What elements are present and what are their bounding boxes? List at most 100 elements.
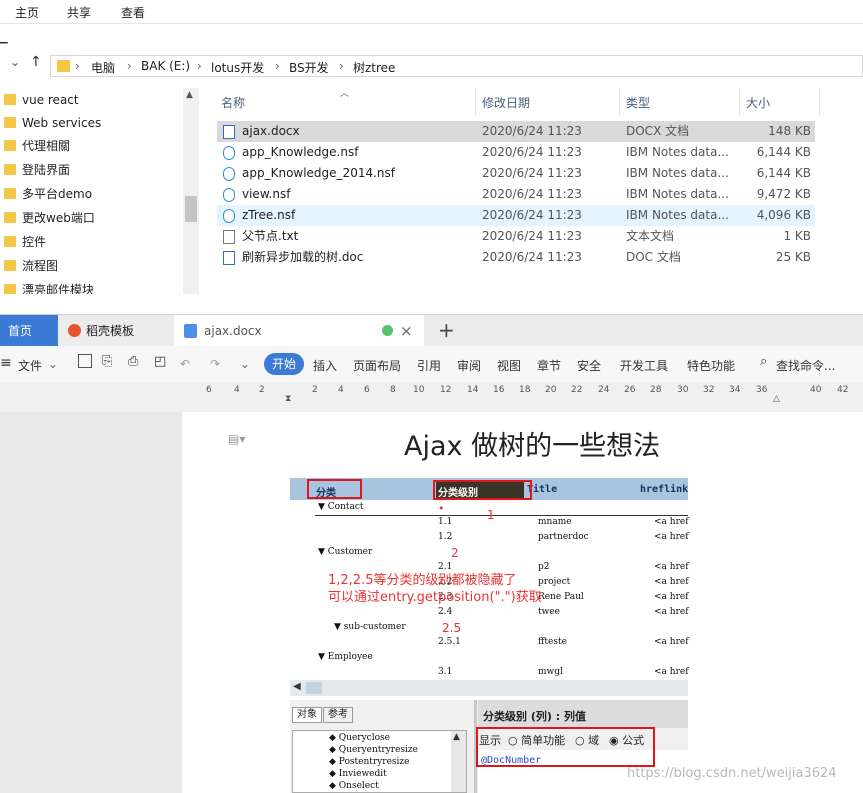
nav-item[interactable]: 控件	[0, 231, 182, 253]
twistie-icon[interactable]: ▼	[318, 652, 325, 662]
address-box[interactable]: › 电脑 › BAK (E:) › lotus开发 › BS开发 › 树ztre…	[50, 55, 863, 77]
event-item[interactable]: ◆ Queryclose	[329, 733, 390, 743]
ribbon-tab-home[interactable]: 主页	[15, 4, 39, 21]
nav-item[interactable]: 流程图	[0, 255, 182, 277]
event-item[interactable]: ◆ Queryentryresize	[329, 745, 418, 755]
twistie-icon[interactable]: ▼	[318, 502, 325, 512]
ruler-number: 32	[703, 385, 715, 395]
event-item[interactable]: ◆ Onselect	[329, 781, 379, 791]
word-doc-icon	[184, 324, 197, 338]
tab-objects[interactable]: 对象	[292, 707, 322, 723]
menu-view[interactable]: 视图	[497, 357, 521, 374]
nav-item[interactable]: Web services	[0, 112, 182, 134]
file-date: 2020/6/24 11:23	[482, 166, 582, 180]
nav-scroll-thumb[interactable]	[185, 196, 197, 222]
menu-start[interactable]: 开始	[264, 353, 304, 375]
tab-reference[interactable]: 参考	[323, 707, 353, 723]
col-divider[interactable]	[739, 90, 740, 116]
nav-item[interactable]: 登陆界面	[0, 159, 182, 181]
preview-icon[interactable]: ◰	[154, 354, 166, 369]
menu-insert[interactable]: 插入	[313, 357, 337, 374]
ribbon-tab-view[interactable]: 查看	[121, 4, 145, 21]
file-row[interactable]: 父节点.txt 2020/6/24 11:23 文本文档 1 KB	[217, 226, 815, 247]
scroll-left-icon[interactable]: ◀	[293, 681, 301, 692]
file-row[interactable]: app_Knowledge_2014.nsf 2020/6/24 11:23 I…	[217, 163, 815, 184]
new-tab-icon[interactable]: +	[438, 318, 455, 342]
events-list[interactable]: ◆ Queryclose ◆ Queryentryresize ◆ Posten…	[292, 730, 467, 793]
scroll-up-icon[interactable]: ▲	[186, 90, 193, 100]
chevron-down-icon[interactable]: ⌄	[48, 357, 58, 371]
menu-chapter[interactable]: 章节	[537, 357, 561, 374]
notes-db-icon	[223, 146, 235, 160]
command-search[interactable]: 查找命令...	[776, 357, 835, 374]
redo-icon[interactable]: ↷	[210, 357, 220, 371]
indent-marker-icon[interactable]: ⧗	[285, 394, 291, 404]
col-header-name[interactable]: 名称	[221, 94, 245, 111]
col-divider[interactable]	[619, 90, 620, 116]
nav-item[interactable]: 更改web端口	[0, 207, 182, 229]
chevron-down-icon[interactable]: ⌄	[10, 55, 20, 69]
ruler-number: 4	[234, 385, 240, 395]
file-size: 148 KB	[768, 124, 811, 138]
right-indent-icon[interactable]: △	[773, 394, 780, 404]
col-divider[interactable]	[475, 90, 476, 116]
docer-icon	[68, 324, 81, 337]
breadcrumb-item[interactable]: 树ztree	[353, 59, 395, 76]
twistie-icon[interactable]: ▼	[318, 547, 325, 557]
file-row[interactable]: ajax.docx 2020/6/24 11:23 DOCX 文档 148 KB	[217, 121, 815, 142]
breadcrumb-item[interactable]: BS开发	[289, 59, 329, 76]
breadcrumb-item[interactable]: 电脑	[91, 59, 115, 76]
col-header-size[interactable]: 大小	[746, 94, 770, 111]
nav-item[interactable]: 代理相關	[0, 135, 182, 157]
menu-review[interactable]: 审阅	[457, 357, 481, 374]
ribbon-collapse-icon[interactable]: ▁	[0, 33, 8, 44]
hamburger-icon[interactable]: ≡	[0, 355, 12, 371]
events-scrollbar[interactable]: ▲	[451, 731, 466, 792]
menu-developer[interactable]: 开发工具	[620, 357, 668, 374]
scroll-thumb[interactable]	[306, 682, 322, 694]
ribbon-tab-share[interactable]: 共享	[67, 4, 91, 21]
col-divider[interactable]	[819, 90, 820, 116]
nav-scrollbar[interactable]: ▲	[183, 88, 199, 294]
save-icon[interactable]	[78, 354, 92, 368]
event-item[interactable]: ◆ Postentryresize	[329, 757, 409, 767]
ruler[interactable]: 6 4 2 2 4 6 8 10 12 14 16 18 20 22 24 26…	[0, 382, 863, 412]
col-header-date[interactable]: 修改日期	[482, 94, 530, 111]
nav-item[interactable]: 多平台demo	[0, 183, 182, 205]
chevron-down-icon[interactable]: ⌄	[240, 357, 250, 371]
event-item[interactable]: ◆ Inviewedit	[329, 769, 387, 779]
paragraph-icon[interactable]: ▤▾	[228, 432, 245, 446]
file-row[interactable]: view.nsf 2020/6/24 11:23 IBM Notes data.…	[217, 184, 815, 205]
nav-item[interactable]: 漂亮邮件模块	[0, 279, 182, 294]
breadcrumb-item[interactable]: BAK (E:)	[141, 59, 190, 73]
up-arrow-icon[interactable]: ↑	[30, 54, 42, 70]
menu-references[interactable]: 引用	[417, 357, 441, 374]
annotation-note: 可以通过entry.getposition(".")获取	[328, 590, 542, 605]
file-row[interactable]: 刷新异步加载的树.doc 2020/6/24 11:23 DOC 文档 25 K…	[217, 247, 815, 268]
close-tab-icon[interactable]: ×	[400, 315, 413, 347]
explorer-ribbon: 主页 共享 查看	[0, 0, 863, 24]
breadcrumb-sep-icon: ›	[127, 59, 132, 73]
print-icon[interactable]: ⎙	[128, 354, 138, 369]
menu-features[interactable]: 特色功能	[687, 357, 735, 374]
view-hscrollbar[interactable]: ◀	[290, 680, 688, 696]
tab-home[interactable]: 首页	[0, 315, 58, 347]
file-row[interactable]: app_Knowledge.nsf 2020/6/24 11:23 IBM No…	[217, 142, 815, 163]
twistie-icon[interactable]: ▼	[334, 622, 341, 632]
export-icon[interactable]: ⎘	[102, 354, 112, 369]
col-header-type[interactable]: 类型	[626, 94, 650, 111]
file-row[interactable]: zTree.nsf 2020/6/24 11:23 IBM Notes data…	[217, 205, 815, 226]
breadcrumb-item[interactable]: lotus开发	[211, 59, 264, 76]
undo-icon[interactable]: ↶	[180, 357, 190, 371]
scroll-up-icon[interactable]: ▲	[453, 732, 460, 742]
menu-file[interactable]: 文件	[18, 357, 42, 374]
tab-docer-templates[interactable]: 稻壳模板	[60, 315, 170, 347]
tab-ajax-docx[interactable]: ajax.docx ×	[174, 315, 424, 347]
menu-security[interactable]: 安全	[577, 357, 601, 374]
view-cell: mname	[538, 517, 572, 527]
menu-page-layout[interactable]: 页面布局	[353, 357, 401, 374]
ruler-number: 6	[206, 385, 212, 395]
ruler-number: 36	[756, 385, 768, 395]
search-icon[interactable]: ⌕	[760, 354, 767, 369]
nav-item[interactable]: vue react	[0, 89, 182, 111]
